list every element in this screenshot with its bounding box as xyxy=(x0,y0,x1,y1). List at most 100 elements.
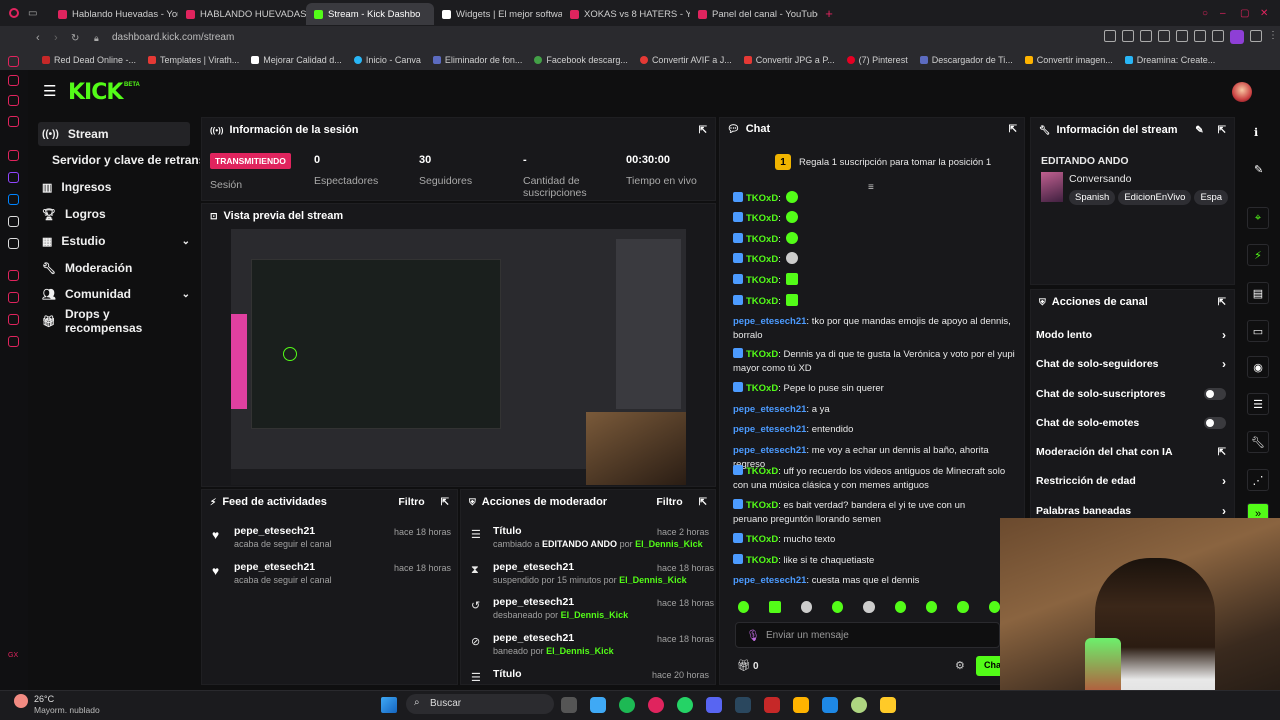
browser-tab[interactable]: XOKAS vs 8 HATERS - Yo xyxy=(562,3,690,25)
popout-icon[interactable]: ⇱ xyxy=(1009,124,1017,135)
popout-icon[interactable]: ⇱ xyxy=(1218,125,1226,136)
browser-tab[interactable]: Panel del canal - YouTube xyxy=(690,3,818,25)
filter-button[interactable]: Filtro xyxy=(656,496,682,508)
extension-icon[interactable] xyxy=(1158,30,1170,42)
wrench-tool-icon[interactable]: 🔧︎ xyxy=(1247,431,1269,453)
emote-icon[interactable] xyxy=(894,601,906,613)
new-tab-button[interactable]: + xyxy=(818,6,840,21)
action-subscribers-only[interactable]: Chat de solo-suscriptores xyxy=(1036,384,1226,404)
whatsapp-icon[interactable] xyxy=(677,697,693,713)
chat-username[interactable]: TKOxD xyxy=(746,466,778,477)
chat-username[interactable]: TKOxD xyxy=(746,254,778,265)
bookmark[interactable]: Convertir imagen... xyxy=(1019,55,1119,65)
mod-action-user[interactable]: pepe_etesech21 xyxy=(493,632,574,644)
chat-username[interactable]: pepe_etesech21 xyxy=(733,404,806,415)
action-age-restriction[interactable]: Restricción de edad › xyxy=(1036,471,1226,491)
emote-icon[interactable] xyxy=(863,601,875,613)
close-icon[interactable]: ✕ xyxy=(1260,8,1280,19)
chat-username[interactable]: pepe_etesech21 xyxy=(733,575,806,586)
chat-username[interactable]: TKOxD xyxy=(746,193,778,204)
emote-icon[interactable] xyxy=(831,601,844,613)
maximize-icon[interactable]: ▢ xyxy=(1240,8,1260,19)
emote-icon[interactable] xyxy=(769,601,781,613)
minimize-icon[interactable]: – xyxy=(1220,8,1240,19)
bookmark[interactable]: Red Dead Online -... xyxy=(36,55,142,65)
profile-icon[interactable] xyxy=(1230,30,1244,44)
audio-tool-icon[interactable]: ◉ xyxy=(1247,356,1269,378)
discord-icon[interactable] xyxy=(706,697,722,713)
sidebar-app-icon[interactable] xyxy=(8,270,19,281)
extension-icon[interactable] xyxy=(1104,30,1116,42)
back-icon[interactable]: ‹ xyxy=(36,32,40,44)
chat-username[interactable]: TKOxD xyxy=(746,534,778,545)
filter-button[interactable]: Filtro xyxy=(398,496,424,508)
task-view-icon[interactable] xyxy=(561,697,577,713)
messenger-icon[interactable] xyxy=(8,194,19,205)
notepad-icon[interactable] xyxy=(590,697,606,713)
emote-icon[interactable] xyxy=(925,601,938,613)
chat-username[interactable]: pepe_etesech21 xyxy=(733,316,806,327)
tiktok-icon[interactable] xyxy=(8,216,19,227)
bookmark[interactable]: Facebook descarg... xyxy=(528,55,634,65)
chat-username[interactable]: pepe_etesech21 xyxy=(733,424,806,435)
chat-username[interactable]: TKOxD xyxy=(746,555,778,566)
chat-username[interactable]: pepe_etesech21 xyxy=(733,445,806,456)
popout-icon[interactable]: ⇱ xyxy=(441,497,449,508)
chat-username[interactable]: TKOxD xyxy=(746,500,778,511)
chevron-down-icon[interactable]: ⌄ xyxy=(182,289,190,300)
bolt-tool-icon[interactable]: ⚡︎ xyxy=(1247,244,1269,266)
subscribers-only-toggle[interactable] xyxy=(1204,388,1226,400)
twitch-icon[interactable] xyxy=(8,172,19,183)
action-followers-only[interactable]: Chat de solo-seguidores › xyxy=(1036,354,1226,374)
emote-icon[interactable] xyxy=(738,601,750,613)
bookmark[interactable]: Descargador de Ti... xyxy=(914,55,1019,65)
action-ai-moderation[interactable]: Moderación del chat con IA ⇱ xyxy=(1036,442,1226,462)
sidebar-app-icon[interactable] xyxy=(8,56,19,67)
feed-user[interactable]: pepe_etesech21 xyxy=(234,525,315,537)
sidebar-app-icon[interactable] xyxy=(8,292,19,303)
user-avatar[interactable] xyxy=(1232,82,1252,102)
sidebar-app-icon[interactable] xyxy=(8,314,19,325)
app-icon[interactable] xyxy=(764,697,780,713)
chat-input[interactable]: 🎙︎ Enviar un mensaje xyxy=(735,622,1000,648)
x-icon[interactable] xyxy=(8,238,19,249)
settings-icon[interactable] xyxy=(8,336,19,347)
points-icon[interactable]: 🎁︎ xyxy=(737,659,751,672)
more-icon[interactable]: GX xyxy=(8,652,18,659)
chat-tool-icon[interactable]: ▭ xyxy=(1247,320,1269,342)
send-chat-button[interactable]: Chat xyxy=(976,656,1000,676)
tag[interactable]: Espa xyxy=(1194,190,1229,205)
bookmark[interactable]: Convertir JPG a P... xyxy=(738,55,841,65)
forward-icon[interactable]: › xyxy=(54,32,58,44)
sidebar-item-server-key[interactable]: Servidor y clave de retransmisión xyxy=(48,148,200,172)
sidebar-item-drops[interactable]: 🎁︎ Drops y recompensas xyxy=(38,307,190,335)
weather-icon[interactable] xyxy=(14,694,28,708)
extension-icon[interactable] xyxy=(1250,30,1262,42)
extension-icon[interactable] xyxy=(1140,30,1152,42)
bookmark[interactable]: Convertir AVIF a J... xyxy=(634,55,738,65)
file-explorer-icon[interactable] xyxy=(880,697,896,713)
bookmark[interactable]: Dreamina: Create... xyxy=(1119,55,1222,65)
sidebar-item-ingresos[interactable]: ▥ Ingresos xyxy=(38,175,190,199)
chat-settings-icon[interactable]: ⚙︎ xyxy=(955,659,965,672)
sidebar-app-icon[interactable] xyxy=(8,116,19,127)
layers-tool-icon[interactable]: ☰ xyxy=(1247,393,1269,415)
bookmark[interactable]: Templates | Virath... xyxy=(142,55,245,65)
action-emotes-only[interactable]: Chat de solo-emotes xyxy=(1036,413,1226,433)
bookmark[interactable]: Inicio - Canva xyxy=(348,55,427,65)
start-icon[interactable] xyxy=(381,697,397,713)
emote-icon[interactable] xyxy=(957,601,969,613)
sidebar-item-estudio[interactable]: ▦ Estudio ⌄ xyxy=(38,229,190,253)
category-thumbnail[interactable] xyxy=(1041,172,1063,202)
hamburger-menu-icon[interactable]: ☰ xyxy=(43,84,56,99)
chat-username[interactable]: TKOxD xyxy=(746,275,778,286)
action-slow-mode[interactable]: Modo lento › xyxy=(1036,325,1226,345)
pencil-icon[interactable]: ✎ xyxy=(1254,163,1263,176)
sidebar-app-icon[interactable] xyxy=(8,150,19,161)
bookmark[interactable]: (7) Pinterest xyxy=(841,55,914,65)
scan-tool-icon[interactable]: ⌖ xyxy=(1247,207,1269,229)
mod-action-user[interactable]: pepe_etesech21 xyxy=(493,561,574,573)
kick-logo[interactable]: KICK xyxy=(68,80,123,105)
browser-tab[interactable]: HABLANDO HUEVADAS - xyxy=(178,3,306,25)
feed-user[interactable]: pepe_etesech21 xyxy=(234,561,315,573)
